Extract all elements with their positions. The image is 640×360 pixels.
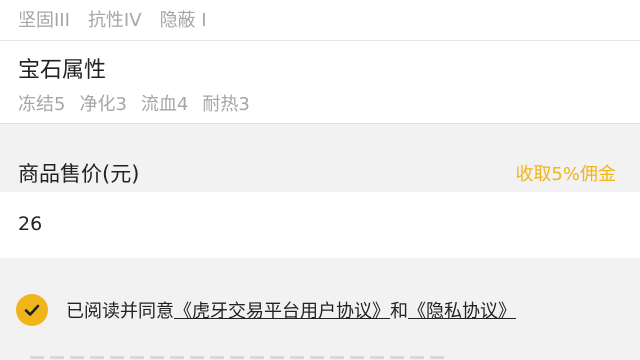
gem-attributes-row: 冻结5 净化3 流血4 耐热3 <box>18 90 250 116</box>
item-attributes-card: 坚固III 抗性IV 隐蔽 I 宝石属性 冻结5 净化3 流血4 耐热3 <box>0 0 640 124</box>
gem-attributes-title: 宝石属性 <box>18 58 107 83</box>
user-agreement-link[interactable]: 《虎牙交易平台用户协议》 <box>174 301 390 322</box>
skill-label: 坚固III <box>18 10 70 31</box>
commission-note: 收取5%佣金 <box>515 164 616 185</box>
privacy-agreement-link[interactable]: 《隐私协议》 <box>408 301 516 322</box>
agree-checkbox[interactable] <box>16 294 48 326</box>
gem-attribute: 净化3 <box>79 94 127 115</box>
agreement-text: 已阅读并同意《虎牙交易平台用户协议》和《隐私协议》 <box>66 297 516 323</box>
gem-attribute: 耐热3 <box>202 94 250 115</box>
agreement-prefix: 已阅读并同意 <box>66 301 174 322</box>
price-input[interactable] <box>18 206 598 242</box>
gem-attribute: 冻结5 <box>18 94 66 115</box>
check-icon <box>24 304 40 316</box>
price-label: 商品售价(元) <box>18 162 140 186</box>
cut-off-text-line <box>30 352 450 360</box>
agreement-row: 已阅读并同意《虎牙交易平台用户协议》和《隐私协议》 <box>16 294 516 326</box>
divider <box>0 123 640 124</box>
skill-label: 隐蔽 I <box>159 10 207 31</box>
divider <box>0 40 640 41</box>
agreement-conjunction: 和 <box>390 301 408 322</box>
gem-attribute: 流血4 <box>140 94 189 115</box>
cut-off-text <box>30 356 450 359</box>
price-input-container <box>0 192 640 258</box>
skill-label: 抗性IV <box>87 10 142 31</box>
skills-row: 坚固III 抗性IV 隐蔽 I <box>18 6 207 32</box>
